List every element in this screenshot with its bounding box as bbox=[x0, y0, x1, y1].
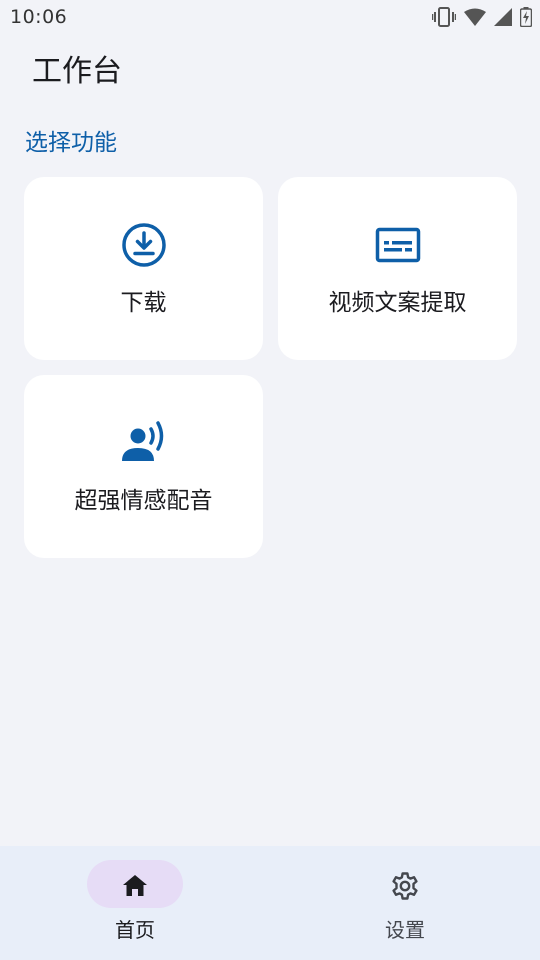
vibrate-icon bbox=[432, 7, 456, 27]
download-icon bbox=[120, 221, 168, 269]
voice-icon bbox=[120, 419, 168, 467]
feature-card-voice[interactable]: 超强情感配音 bbox=[24, 375, 263, 558]
battery-icon bbox=[520, 7, 532, 27]
bottom-nav: 首页 设置 bbox=[0, 846, 540, 960]
feature-card-download[interactable]: 下载 bbox=[24, 177, 263, 360]
feature-card-label: 视频文案提取 bbox=[328, 290, 467, 316]
nav-item-home[interactable]: 首页 bbox=[0, 846, 270, 960]
nav-label-settings: 设置 bbox=[385, 918, 425, 942]
status-bar: 10:06 bbox=[0, 0, 540, 36]
feature-card-label: 下载 bbox=[120, 290, 167, 316]
page-title: 工作台 bbox=[32, 54, 122, 89]
status-icons bbox=[432, 6, 532, 28]
signal-icon bbox=[494, 8, 512, 26]
feature-card-label: 超强情感配音 bbox=[74, 488, 213, 514]
home-icon bbox=[119, 870, 151, 902]
nav-label-home: 首页 bbox=[115, 918, 155, 942]
feature-card-text-extract[interactable]: 视频文案提取 bbox=[278, 177, 517, 360]
section-title: 选择功能 bbox=[25, 130, 117, 156]
subtitles-icon bbox=[374, 221, 422, 269]
status-time: 10:06 bbox=[10, 6, 68, 28]
wifi-icon bbox=[464, 8, 486, 26]
nav-item-settings[interactable]: 设置 bbox=[270, 846, 540, 960]
gear-icon bbox=[389, 870, 421, 902]
